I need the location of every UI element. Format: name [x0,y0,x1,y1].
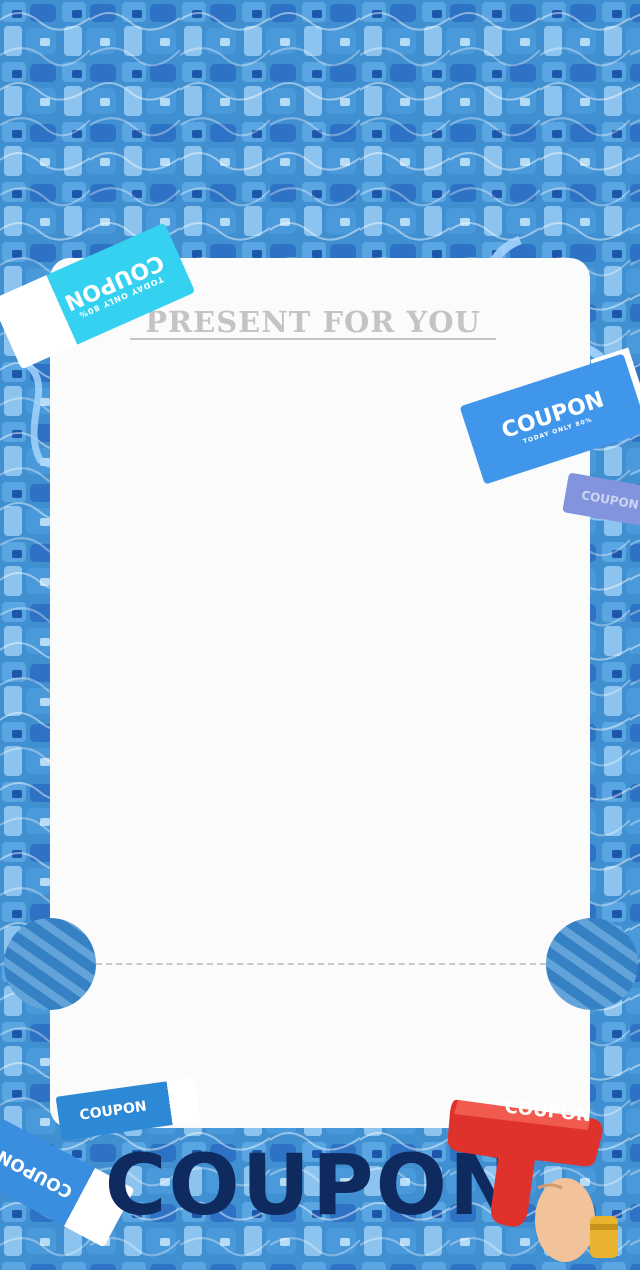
title-underline [130,338,496,340]
coupon-ticket-label: COUPON [580,488,640,512]
present-title: PRESENT FOR YOU [145,305,481,339]
ticket-notch-right [546,918,638,1010]
coupon-ticket-label: COUPON [0,1145,77,1202]
gift-card-panel [50,258,590,1128]
coupon-ticket-label: COUPON [78,1098,148,1124]
ticket-notch-left [4,918,96,1010]
perforation-line [96,963,546,965]
